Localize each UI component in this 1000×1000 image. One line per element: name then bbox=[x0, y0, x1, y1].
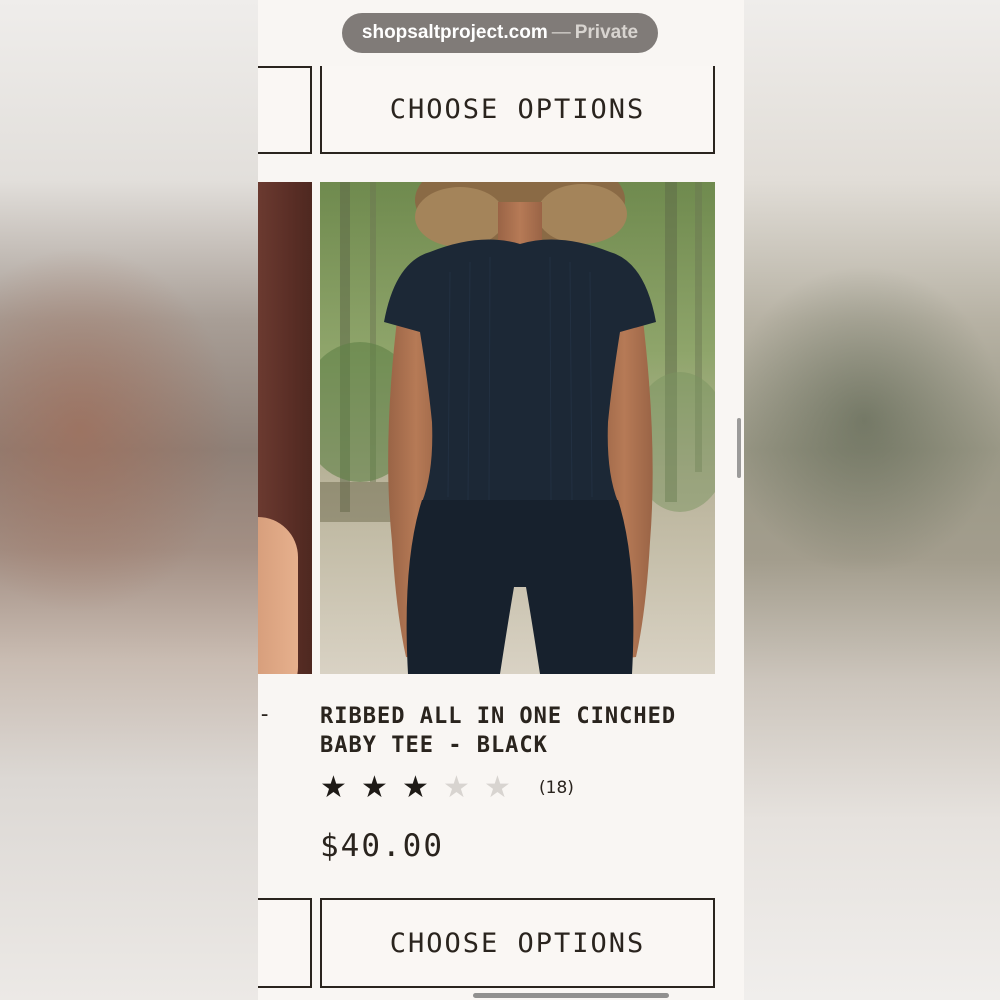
blurred-backdrop-right bbox=[744, 0, 1000, 1000]
prev-product-arm bbox=[258, 517, 298, 674]
star-filled-icon: ★ bbox=[361, 771, 388, 804]
prev-product-choose-options-button-bottom[interactable] bbox=[258, 898, 312, 988]
rating-stars[interactable]: ★ ★ ★ ★ ★ (18) bbox=[320, 770, 574, 805]
product-price: $40.00 bbox=[320, 828, 444, 864]
home-indicator[interactable] bbox=[473, 993, 669, 998]
choose-options-button-top[interactable]: CHOOSE OPTIONS bbox=[320, 66, 715, 154]
product-photo bbox=[320, 182, 715, 674]
private-mode-label: Private bbox=[574, 22, 639, 43]
prev-product-title-fragment: - bbox=[258, 702, 272, 727]
address-separator: — bbox=[551, 22, 571, 43]
star-filled-icon: ★ bbox=[402, 771, 429, 804]
choose-options-button[interactable]: CHOOSE OPTIONS bbox=[320, 898, 715, 988]
star-filled-icon: ★ bbox=[320, 771, 347, 804]
product-title[interactable]: RIBBED ALL IN ONE CINCHED BABY TEE - BLA… bbox=[320, 702, 720, 760]
blurred-backdrop-left bbox=[0, 0, 258, 1000]
star-empty-icon: ★ bbox=[443, 771, 470, 804]
prev-product-choose-options-button[interactable] bbox=[258, 66, 312, 154]
address-domain: shopsaltproject.com bbox=[361, 22, 548, 43]
review-count[interactable]: (18) bbox=[539, 778, 574, 798]
product-image[interactable] bbox=[320, 182, 715, 674]
star-empty-icon: ★ bbox=[484, 771, 511, 804]
scroll-indicator[interactable] bbox=[737, 418, 741, 478]
address-bar[interactable]: shopsaltproject.com — Private bbox=[342, 13, 658, 53]
page-viewport: CHOOSE OPTIONS - RIBBED ALL IN ONE CINCH… bbox=[258, 0, 744, 1000]
choose-options-label: CHOOSE OPTIONS bbox=[389, 93, 646, 125]
choose-options-label: CHOOSE OPTIONS bbox=[389, 927, 646, 959]
prev-product-image[interactable] bbox=[258, 182, 312, 674]
